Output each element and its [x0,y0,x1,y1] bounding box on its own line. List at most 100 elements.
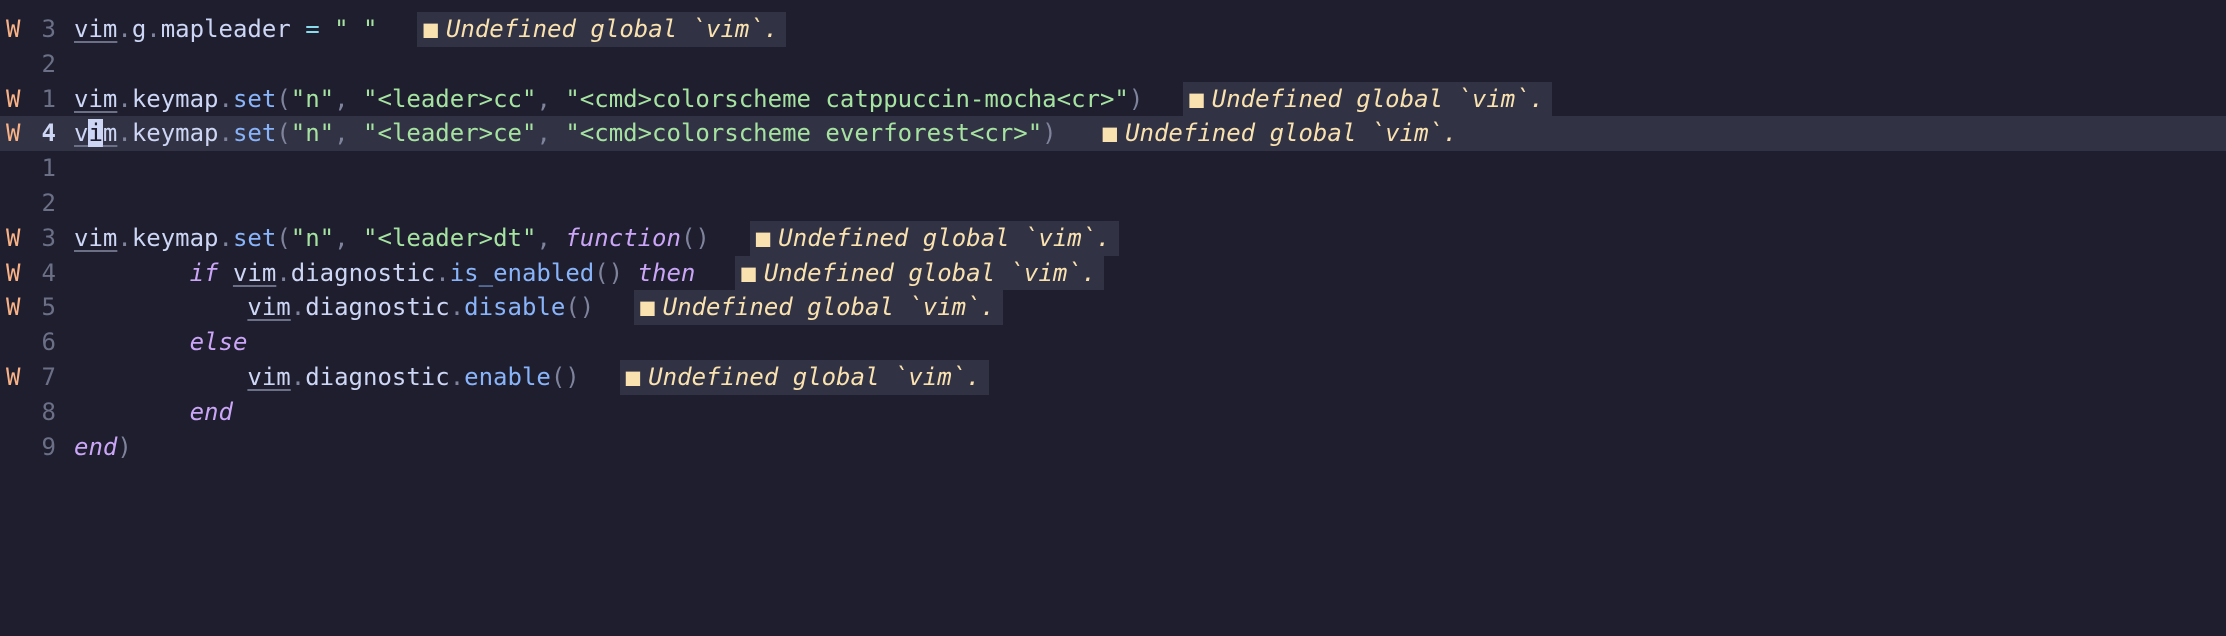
token [291,15,305,43]
token: . [276,259,290,287]
token: ) [1042,119,1056,147]
token: , [536,85,565,113]
token: "n" [291,85,334,113]
token: diagnostic [291,259,436,287]
code-line[interactable]: W4 if vim.diagnostic.is_enabled() then ■ U… [0,256,2226,291]
diagnostic-virtual-text: ■Undefined global `vim`. [1183,82,1552,117]
code-content[interactable]: if vim.diagnostic.is_enabled() then [62,256,695,291]
code-content[interactable]: vim.keymap.set("n", "<leader>cc", "<cmd>… [62,82,1143,117]
token: . [291,363,305,391]
sign-column: W [6,116,28,151]
token: "<leader>dt" [363,224,536,252]
token [623,259,637,287]
line-number: 3 [28,12,62,47]
token: set [233,224,276,252]
token: , [536,224,565,252]
token: is_enabled [450,259,595,287]
token: g [132,15,146,43]
code-line[interactable]: 1 [0,151,2226,186]
token: end [190,398,233,426]
diagnostic-virtual-text: ■Undefined global `vim`. [417,12,786,47]
code-line[interactable]: W5 vim.diagnostic.disable()■Undefined gl… [0,290,2226,325]
token: . [146,15,160,43]
code-content[interactable]: vim.diagnostic.enable() [62,360,580,395]
diagnostic-message: Undefined global `vim`. [764,259,1096,287]
code-content[interactable]: vim.keymap.set("n", "<leader>ce", "<cmd>… [62,116,1057,151]
warning-icon: ■ [756,224,770,252]
token: "n" [291,119,334,147]
diagnostic-virtual-text: ■ Undefined global `vim`. [620,360,989,395]
token: "<cmd>colorscheme catppuccin-mocha<cr>" [565,85,1129,113]
line-number: 6 [28,325,62,360]
code-line[interactable]: W7 vim.diagnostic.enable()■Undefined glo… [0,360,2226,395]
warning-icon: ■ [1189,85,1203,113]
token: "<cmd>colorscheme everforest<cr>" [565,119,1042,147]
sign-column: W [6,256,28,291]
warning-icon: ■ [741,259,755,287]
code-line[interactable]: 9end) [0,430,2226,465]
code-content[interactable]: else [62,325,247,360]
cursor: i [88,119,102,147]
token [74,363,247,391]
token: end [74,433,117,461]
token: , [334,85,363,113]
code-content[interactable]: vim.diagnostic.disable() [62,290,594,325]
code-line[interactable]: 8 end [0,395,2226,430]
token: () [594,259,623,287]
warning-icon: ■ [423,15,437,43]
token: mapleader [161,15,291,43]
warning-icon: ■ [640,293,654,321]
line-number: 4 [28,116,62,151]
code-line[interactable]: W3vim.g.mapleader = " " ■Undefined global… [0,12,2226,47]
token: vim [74,15,117,43]
token: diagnostic [305,363,450,391]
token: . [219,119,233,147]
sign-column: W [6,360,28,395]
code-content[interactable]: end) [62,430,132,465]
token: keymap [132,85,219,113]
sign-column: W [6,12,28,47]
diagnostic-virtual-text: ■Undefined global `vim`. [750,221,1119,256]
code-content[interactable]: end [62,395,233,430]
warning-icon: ■ [1103,119,1117,147]
code-line-current[interactable]: W4vim.keymap.set("n", "<leader>ce", "<cm… [0,116,2226,151]
token: disable [464,293,565,321]
token: vim [74,85,117,113]
code-line[interactable]: 2 [0,47,2226,82]
diagnostic-message: Undefined global `vim`. [1125,119,1457,147]
token: ( [276,224,290,252]
code-line[interactable]: 2 [0,186,2226,221]
code-line[interactable]: W1vim.keymap.set("n", "<leader>cc", "<cm… [0,82,2226,117]
token: . [117,224,131,252]
token: enable [464,363,551,391]
line-number: 4 [28,256,62,291]
warning-icon: ■ [626,363,640,391]
code-content[interactable]: vim.g.mapleader = " " [62,12,377,47]
diagnostic-message: Undefined global `vim`. [648,363,980,391]
token: , [334,119,363,147]
token: diagnostic [305,293,450,321]
diagnostic-virtual-text: ■ Undefined global `vim`. [735,256,1104,291]
line-number: 1 [28,151,62,186]
token [74,259,190,287]
token: . [117,15,131,43]
token: ) [117,433,131,461]
token [74,328,190,356]
code-content[interactable]: vim.keymap.set("n", "<leader>dt", functi… [62,221,710,256]
diagnostic-message: Undefined global `vim`. [663,293,995,321]
token: () [551,363,580,391]
token: else [190,328,248,356]
token: . [117,85,131,113]
token: v [74,119,88,147]
token: m [103,119,117,147]
token: ) [1129,85,1143,113]
token: . [450,293,464,321]
token: . [435,259,449,287]
code-line[interactable]: W3vim.keymap.set("n", "<leader>dt", func… [0,221,2226,256]
code-editor[interactable]: W3vim.g.mapleader = " "■Undefined global… [0,12,2226,464]
token: vim [247,293,290,321]
token: vim [247,363,290,391]
line-number: 1 [28,82,62,117]
token: " " [334,15,377,43]
code-line[interactable]: 6 else [0,325,2226,360]
